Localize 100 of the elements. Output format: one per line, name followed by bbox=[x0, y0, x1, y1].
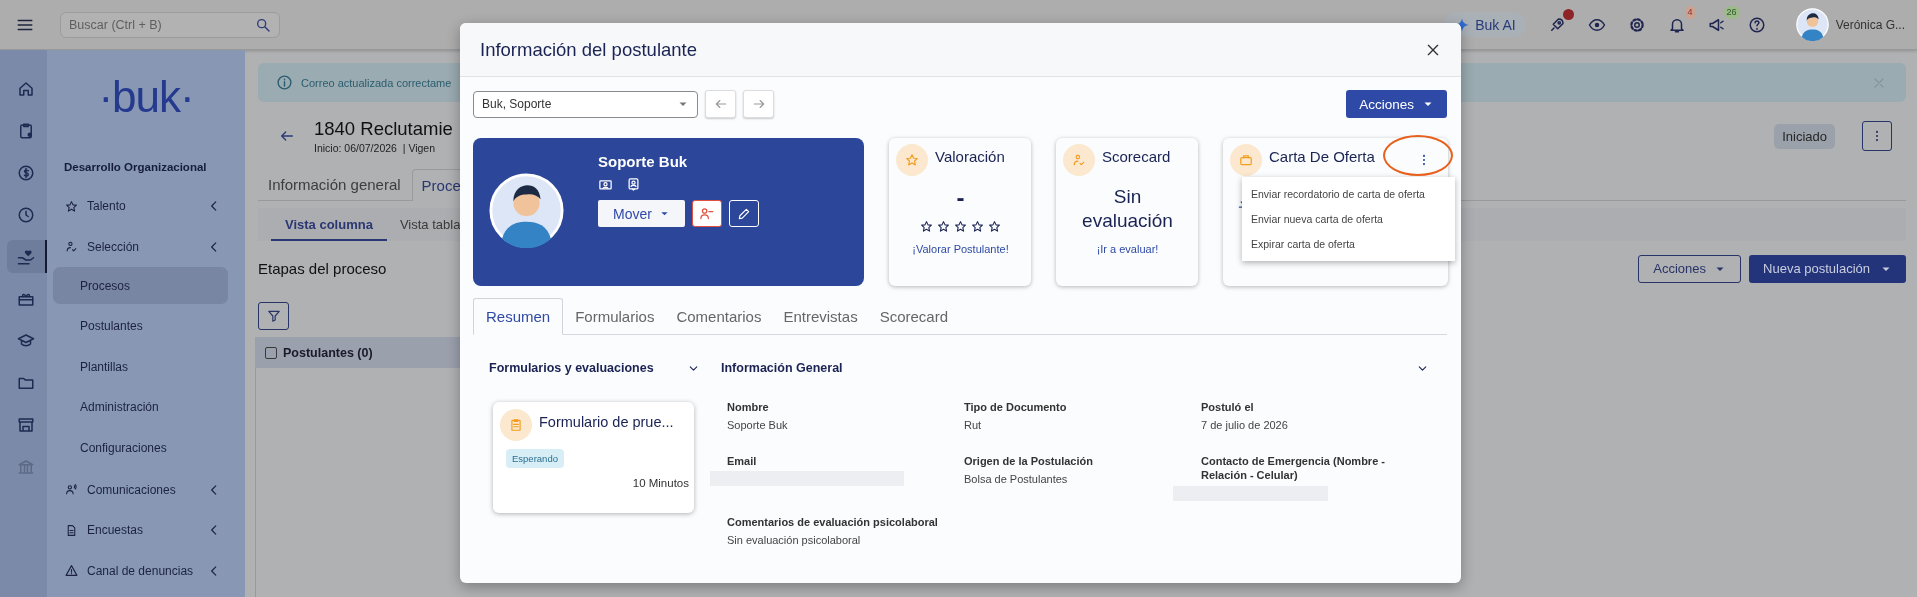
filter-icon bbox=[266, 309, 281, 323]
rating-value: - bbox=[956, 184, 965, 212]
field-value: Bolsa de Postulantes bbox=[964, 473, 1069, 485]
id-card-icon[interactable] bbox=[626, 177, 641, 192]
tab[interactable]: Vista columna bbox=[271, 217, 387, 241]
tab[interactable]: Resumen bbox=[473, 298, 564, 335]
section-heading: Etapas del proceso bbox=[258, 260, 387, 277]
candidate-name: Soporte Buk bbox=[598, 153, 689, 170]
sidebar-item[interactable]: Canal de denuncias bbox=[53, 550, 235, 591]
duration: 10 Minutos bbox=[632, 477, 689, 489]
page-title: 1840 Reclutamie bbox=[314, 118, 453, 140]
folder-icon[interactable] bbox=[598, 177, 613, 192]
count-badge: 4 bbox=[1684, 5, 1696, 19]
status-badge: Esperando bbox=[506, 449, 564, 468]
tab[interactable]: Scorecard bbox=[868, 308, 958, 334]
star-icon bbox=[988, 220, 1001, 233]
new-application-button[interactable]: Nueva postulación bbox=[1749, 254, 1906, 283]
sidebar-item[interactable]: Administración bbox=[53, 388, 228, 426]
info-icon bbox=[276, 74, 293, 91]
person-check-icon bbox=[1072, 153, 1086, 167]
person-minus-icon bbox=[699, 206, 715, 221]
pencil-icon bbox=[736, 206, 751, 221]
document-icon bbox=[65, 523, 78, 537]
sidebar-item[interactable]: Procesos bbox=[53, 267, 228, 304]
count-badge: 26 bbox=[1723, 5, 1740, 19]
dialog-title: Información del postulante bbox=[480, 38, 697, 61]
coin-icon bbox=[17, 163, 35, 182]
scorecard-value: Sin evaluación bbox=[1081, 185, 1174, 233]
status-badge: Iniciado bbox=[1774, 123, 1835, 149]
menu-item[interactable]: Enviar recordatorio de carta de oferta bbox=[1242, 181, 1455, 207]
actions-button[interactable]: Acciones bbox=[1638, 254, 1742, 283]
checkbox[interactable] bbox=[265, 346, 277, 359]
remove-button[interactable] bbox=[691, 200, 722, 227]
link[interactable]: ¡Ir a evaluar! bbox=[1096, 243, 1159, 255]
user-name[interactable]: Verónica G... bbox=[1835, 17, 1905, 32]
star-icon bbox=[954, 220, 967, 233]
arrow-left-icon bbox=[713, 97, 728, 111]
menu-item[interactable]: Expirar carta de oferta bbox=[1242, 231, 1455, 257]
rail-item[interactable] bbox=[7, 240, 47, 273]
tab[interactable]: Comentarios bbox=[665, 308, 772, 334]
field-label: Postuló el bbox=[1201, 400, 1255, 414]
alert-dot bbox=[1562, 8, 1574, 20]
field-label: Nombre bbox=[727, 400, 770, 414]
logo: ·buk· bbox=[97, 72, 195, 123]
field-value: Soporte Buk bbox=[727, 419, 789, 431]
column-title: Postulantes (0) bbox=[283, 345, 373, 360]
move-button[interactable]: Mover bbox=[598, 200, 685, 227]
tab[interactable]: Vista tabla bbox=[399, 217, 461, 241]
page-subtitle: Inicio: 06/07/2026 | Vigen bbox=[314, 142, 437, 154]
clock-icon bbox=[17, 205, 35, 224]
sidebar-item[interactable]: Talento bbox=[53, 186, 235, 227]
field-label: Comentarios de evaluación psicolaboral bbox=[727, 515, 939, 529]
clipboard-icon bbox=[509, 418, 523, 432]
filter-button[interactable] bbox=[258, 302, 289, 330]
settings-icon[interactable] bbox=[1627, 15, 1646, 34]
link[interactable]: ¡Valorar Postulante! bbox=[912, 243, 1009, 255]
home-icon bbox=[17, 79, 35, 98]
arrow-right-icon bbox=[751, 97, 766, 111]
more-button[interactable] bbox=[1862, 121, 1892, 151]
star-icon bbox=[971, 220, 984, 233]
card-title: Carta De Oferta bbox=[1269, 147, 1375, 165]
section-title: Información General bbox=[721, 361, 843, 375]
edit-button[interactable] bbox=[728, 200, 759, 227]
user-avatar bbox=[1795, 8, 1829, 41]
menu-item[interactable]: Enviar nueva carta de oferta bbox=[1242, 206, 1455, 232]
back-arrow-icon[interactable] bbox=[279, 128, 295, 144]
section-title: Formularios y evaluaciones bbox=[489, 361, 654, 375]
tab[interactable]: Información general bbox=[268, 176, 410, 200]
person-check-icon bbox=[65, 240, 78, 254]
field-value: 7 de julio de 2026 bbox=[1201, 419, 1289, 431]
star-icon bbox=[920, 220, 933, 233]
field-value: Sin evaluación psicolaboral bbox=[727, 534, 862, 546]
bank-icon bbox=[17, 457, 35, 476]
star-icon bbox=[937, 220, 950, 233]
section-title: Desarrollo Organizacional bbox=[64, 161, 208, 173]
form-card[interactable]: Formulario de prue... Esperando 10 Minutos bbox=[493, 402, 694, 513]
star-icon bbox=[905, 153, 919, 167]
search-icon[interactable] bbox=[255, 16, 271, 33]
sidebar-item[interactable]: Plantillas bbox=[53, 348, 228, 385]
sidebar-item[interactable]: Encuestas bbox=[53, 510, 235, 551]
star-rating[interactable] bbox=[920, 220, 1001, 233]
sidebar-item[interactable]: Postulantes bbox=[53, 307, 228, 345]
form-title: Formulario de prue... bbox=[539, 414, 674, 430]
sidebar-item[interactable]: Selección bbox=[53, 226, 235, 267]
clipboard-icon bbox=[17, 121, 35, 140]
field-label: Email bbox=[727, 454, 758, 468]
alert-text: Correo actualizada correctame bbox=[301, 76, 452, 89]
sidebar-item[interactable]: Configuraciones bbox=[53, 429, 228, 466]
card-title: Valoración bbox=[935, 147, 1005, 165]
candidate-select[interactable]: Buk, Soporte bbox=[473, 90, 698, 118]
tab[interactable]: Entrevistas bbox=[772, 308, 868, 334]
actions-button[interactable]: Acciones bbox=[1346, 90, 1447, 118]
field-label: Contacto de Emergencia (Nombre - Relación - Celular) bbox=[1201, 454, 1386, 482]
sidebar-item[interactable]: Comunicaciones bbox=[53, 469, 235, 510]
card-title: Scorecard bbox=[1102, 147, 1171, 165]
field-label: Origen de la Postulación bbox=[964, 454, 1094, 468]
store-icon bbox=[17, 415, 35, 434]
search-field[interactable]: Buscar (Ctrl + B) bbox=[60, 11, 280, 38]
help-icon[interactable] bbox=[1747, 15, 1766, 34]
tab[interactable]: Formularios bbox=[564, 308, 665, 334]
